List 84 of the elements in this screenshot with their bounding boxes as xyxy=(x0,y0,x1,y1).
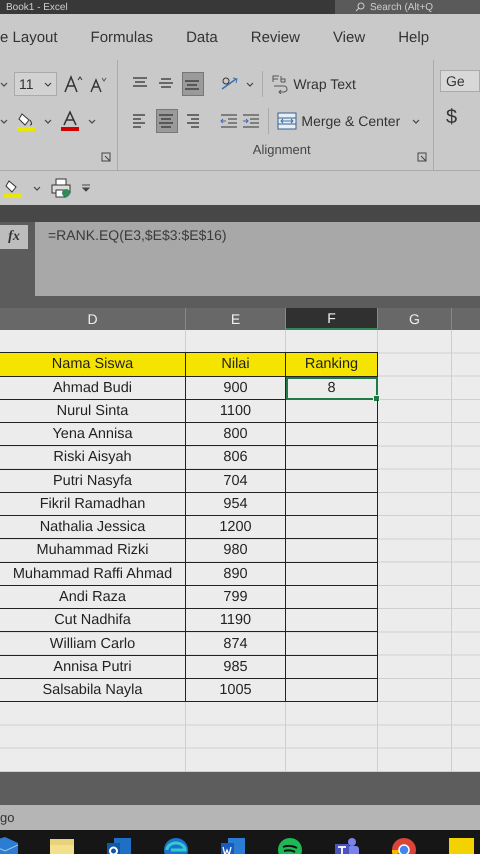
formula-field[interactable]: =RANK.EQ(E3,$E$3:$E$16) xyxy=(35,222,480,296)
currency-button[interactable]: $ xyxy=(440,106,480,129)
table-cell: 890 xyxy=(186,562,286,586)
table-cell: Fikril Ramadhan xyxy=(0,492,186,516)
chevron-icon[interactable] xyxy=(44,82,52,86)
table-cell: Salsabila Nayla xyxy=(0,678,186,702)
chevron-icon[interactable] xyxy=(246,82,254,86)
window-title: Book1 - Excel xyxy=(5,2,68,12)
table-cell: Andi Raza xyxy=(0,586,186,610)
table-cell: Nurul Sinta xyxy=(0,400,186,424)
table-cell: Cut Nadhifa xyxy=(0,609,186,632)
print-preview-icon[interactable] xyxy=(51,178,71,198)
wrap-text-icon xyxy=(271,74,290,94)
dialog-launcher-icon[interactable] xyxy=(417,152,427,162)
table-cell: 954 xyxy=(186,492,286,516)
ribbon-tab[interactable]: Review xyxy=(250,28,300,46)
table-cell: William Carlo xyxy=(0,632,186,656)
ribbon-tab[interactable]: Help xyxy=(398,28,430,46)
ribbon-tab[interactable]: e Layout xyxy=(0,28,58,46)
table-cell: 980 xyxy=(186,539,286,563)
table-cell[interactable] xyxy=(286,423,378,446)
table-cell: Muhammad Rizki xyxy=(0,539,186,563)
table-cell: 806 xyxy=(186,446,286,470)
table-cell[interactable] xyxy=(286,400,378,424)
column-heading: Ranking xyxy=(286,352,378,377)
table-cell: 985 xyxy=(186,656,286,679)
table-cell: Muhammad Raffi Ahmad xyxy=(0,562,186,586)
table-cell: 1005 xyxy=(186,678,286,702)
decrease-indent-icon[interactable] xyxy=(220,113,238,129)
table-cell[interactable] xyxy=(286,539,378,563)
table-cell: 800 xyxy=(186,423,286,446)
table-cell: Riski Aisyah xyxy=(0,446,186,470)
fill-handle[interactable] xyxy=(373,394,380,402)
table-cell: 1200 xyxy=(186,516,286,540)
table-cell: Annisa Putri xyxy=(0,656,186,679)
table-cell: Yena Annisa xyxy=(0,423,186,446)
chevron-icon[interactable] xyxy=(0,118,8,124)
ribbon-tab[interactable]: Data xyxy=(186,28,218,46)
table-cell: Ahmad Budi xyxy=(0,376,186,400)
table-cell[interactable]: 8 xyxy=(286,376,378,400)
table-cell[interactable] xyxy=(286,516,378,540)
table-cell: Putri Nasyfa xyxy=(0,470,186,493)
table-cell[interactable] xyxy=(286,562,378,586)
search-field[interactable]: Search (Alt+Q xyxy=(335,0,480,14)
table-cell[interactable] xyxy=(286,678,378,702)
status-text: go xyxy=(0,810,14,825)
chevron-icon[interactable] xyxy=(0,82,8,86)
table-cell: 799 xyxy=(186,586,286,610)
chevron-icon[interactable] xyxy=(88,118,96,124)
chevron-icon[interactable] xyxy=(412,118,420,124)
dialog-launcher-icon[interactable] xyxy=(101,152,112,162)
wrap-text-button[interactable]: Wrap Text xyxy=(271,74,356,94)
increase-indent-icon[interactable] xyxy=(242,113,260,129)
table-cell: 874 xyxy=(186,632,286,656)
table-cell: 1190 xyxy=(186,609,286,632)
column-header[interactable]: F xyxy=(286,308,378,330)
table-cell[interactable] xyxy=(286,446,378,470)
table-cell[interactable] xyxy=(286,632,378,656)
group-label: Alignment xyxy=(252,142,312,157)
table-cell: 1100 xyxy=(186,400,286,424)
table-cell: 900 xyxy=(186,376,286,400)
chevron-icon[interactable] xyxy=(44,118,52,124)
table-cell[interactable] xyxy=(286,470,378,493)
grow-font-icon[interactable] xyxy=(62,74,83,94)
insert-function-button[interactable]: fx xyxy=(0,225,28,249)
table-cell[interactable] xyxy=(286,609,378,632)
customize-toolbar-icon[interactable] xyxy=(81,184,91,192)
chevron-icon[interactable] xyxy=(33,186,41,190)
table-cell[interactable] xyxy=(286,656,378,679)
ribbon-tab[interactable]: View xyxy=(332,28,366,46)
table-cell[interactable] xyxy=(286,586,378,610)
search-icon xyxy=(355,2,365,12)
font-color-icon[interactable] xyxy=(60,110,80,132)
column-heading: Nilai xyxy=(186,352,286,377)
ribbon-tab[interactable]: Formulas xyxy=(90,28,154,46)
font-size-field[interactable]: 11 xyxy=(14,72,57,96)
table-cell: 704 xyxy=(186,470,286,493)
column-heading: Nama Siswa xyxy=(0,352,186,377)
number-format-field[interactable]: Ge xyxy=(440,70,480,92)
shrink-font-icon[interactable] xyxy=(88,75,107,93)
table-cell[interactable] xyxy=(286,492,378,516)
merge-center-button[interactable]: Merge & Center xyxy=(277,112,400,130)
merge-cells-icon xyxy=(277,112,298,130)
table-cell: Nathalia Jessica xyxy=(0,516,186,540)
